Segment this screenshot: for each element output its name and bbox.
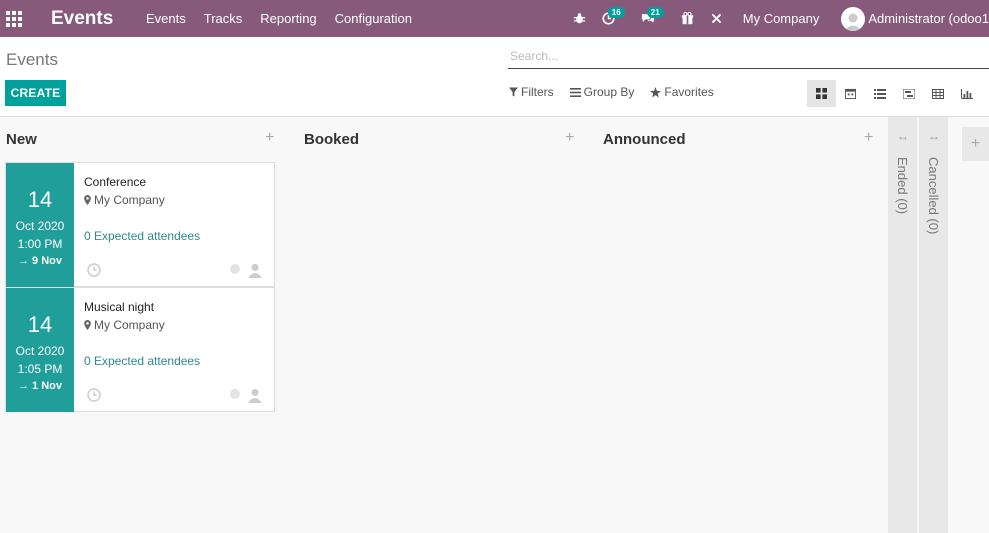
date-month-year: Oct 2020 [15, 344, 65, 358]
filter-icon [509, 87, 518, 97]
date-month-year: Oct 2020 [15, 219, 65, 233]
apps-menu-icon[interactable] [0, 0, 28, 37]
card-attendees[interactable]: 0 Expected attendees [84, 229, 266, 243]
expand-arrows-icon: ↔ [897, 129, 909, 143]
kanban-view-icon[interactable] [807, 80, 836, 107]
tools-icon[interactable] [702, 0, 731, 37]
gantt-view-icon[interactable] [894, 80, 923, 107]
filters-button[interactable]: Filters [509, 85, 554, 99]
map-marker-icon [84, 195, 91, 205]
main-menu: Events Tracks Reporting Configuration [137, 0, 421, 37]
group-by-label: Group By [583, 85, 635, 99]
control-panel: Events CREATE Filters Group By Favorites [0, 37, 989, 117]
favorites-label: Favorites [664, 85, 714, 99]
menu-tracks[interactable]: Tracks [195, 0, 252, 37]
menu-reporting[interactable]: Reporting [251, 0, 325, 37]
app-brand[interactable]: Events [51, 8, 137, 30]
column-title: New [6, 131, 37, 148]
date-end: → 9 Nov [17, 255, 62, 267]
kanban-board: New + 14 Oct 2020 1:00 PM → 9 Nov Confer… [0, 117, 989, 533]
activity-clock-icon[interactable] [87, 388, 101, 402]
card-date-block: 14 Oct 2020 1:05 PM → 1 Nov [6, 288, 74, 412]
search-input[interactable] [508, 45, 989, 67]
activity-clock-icon[interactable] [87, 263, 101, 277]
card-body: Musical night My Company 0 Expected atte… [84, 300, 266, 368]
kanban-column-booked: Booked + [298, 117, 588, 533]
messages-chat-icon[interactable]: 21 [633, 0, 673, 37]
menu-configuration[interactable]: Configuration [326, 0, 421, 37]
top-navbar: Events Events Tracks Reporting Configura… [0, 0, 989, 37]
user-avatar-icon[interactable] [248, 388, 262, 403]
column-add-button[interactable]: + [565, 129, 574, 147]
kanban-column-cancelled-folded[interactable]: ↔ Cancelled (0) [919, 117, 948, 533]
expand-arrows-icon: ↔ [928, 129, 940, 143]
date-time: 1:00 PM [17, 237, 63, 251]
map-marker-icon [84, 320, 91, 330]
favorites-button[interactable]: Favorites [650, 85, 714, 99]
folded-column-label: Ended (0) [895, 157, 910, 215]
user-name: Administrator (odoo1 [868, 11, 989, 26]
search-options: Filters Group By Favorites [509, 85, 730, 99]
filters-label: Filters [521, 85, 554, 99]
avatar [841, 6, 866, 31]
column-title: Booked [304, 131, 360, 148]
graph-view-icon[interactable] [952, 80, 981, 107]
event-card[interactable]: 14 Oct 2020 1:00 PM → 9 Nov Conference M… [5, 162, 275, 287]
company-switcher[interactable]: My Company [731, 0, 832, 37]
group-by-button[interactable]: Group By [569, 85, 635, 99]
card-location: My Company [84, 193, 266, 207]
kanban-column-announced: Announced + [597, 117, 887, 533]
user-menu[interactable]: Administrator (odoo1 [831, 6, 989, 31]
add-column-button[interactable]: + [962, 127, 989, 161]
bars-icon [569, 87, 581, 97]
messages-badge: 21 [646, 7, 664, 18]
card-body: Conference My Company 0 Expected attende… [84, 175, 266, 243]
activity-clock-icon[interactable]: 16 [594, 0, 633, 37]
card-location: My Company [84, 318, 266, 332]
date-time: 1:05 PM [17, 362, 63, 376]
column-add-button[interactable]: + [265, 129, 274, 147]
kanban-state-dot[interactable] [230, 264, 240, 274]
user-avatar-icon[interactable] [248, 263, 262, 278]
list-view-icon[interactable] [865, 80, 894, 107]
date-day: 14 [27, 187, 53, 212]
activity-badge: 16 [607, 7, 625, 18]
kanban-column-new: New + 14 Oct 2020 1:00 PM → 9 Nov Confer… [0, 117, 290, 533]
card-date-block: 14 Oct 2020 1:00 PM → 9 Nov [6, 163, 74, 287]
menu-events[interactable]: Events [137, 0, 195, 37]
pivot-view-icon[interactable] [923, 80, 952, 107]
location-text: My Company [94, 318, 165, 332]
create-button[interactable]: CREATE [5, 80, 66, 106]
kanban-column-ended-folded[interactable]: ↔ Ended (0) [888, 117, 917, 533]
column-add-button[interactable]: + [864, 129, 873, 147]
card-title: Conference [84, 175, 147, 189]
breadcrumb: Events [6, 50, 58, 69]
view-switcher [807, 80, 981, 107]
calendar-view-icon[interactable] [836, 80, 865, 107]
kanban-state-dot[interactable] [230, 389, 240, 399]
systray: 16 21 My Company Administrator (odoo1 [565, 0, 989, 37]
card-title: Musical night [84, 300, 155, 314]
folded-column-label: Cancelled (0) [926, 157, 941, 235]
date-end: → 1 Nov [17, 380, 62, 392]
column-title: Announced [603, 131, 686, 148]
event-card[interactable]: 14 Oct 2020 1:05 PM → 1 Nov Musical nigh… [5, 287, 275, 412]
star-icon [650, 86, 662, 98]
card-attendees[interactable]: 0 Expected attendees [84, 354, 266, 368]
date-day: 14 [27, 312, 53, 337]
gift-icon[interactable] [673, 0, 702, 37]
debug-bug-icon[interactable] [565, 0, 594, 37]
location-text: My Company [94, 193, 165, 207]
search-box [508, 45, 989, 69]
